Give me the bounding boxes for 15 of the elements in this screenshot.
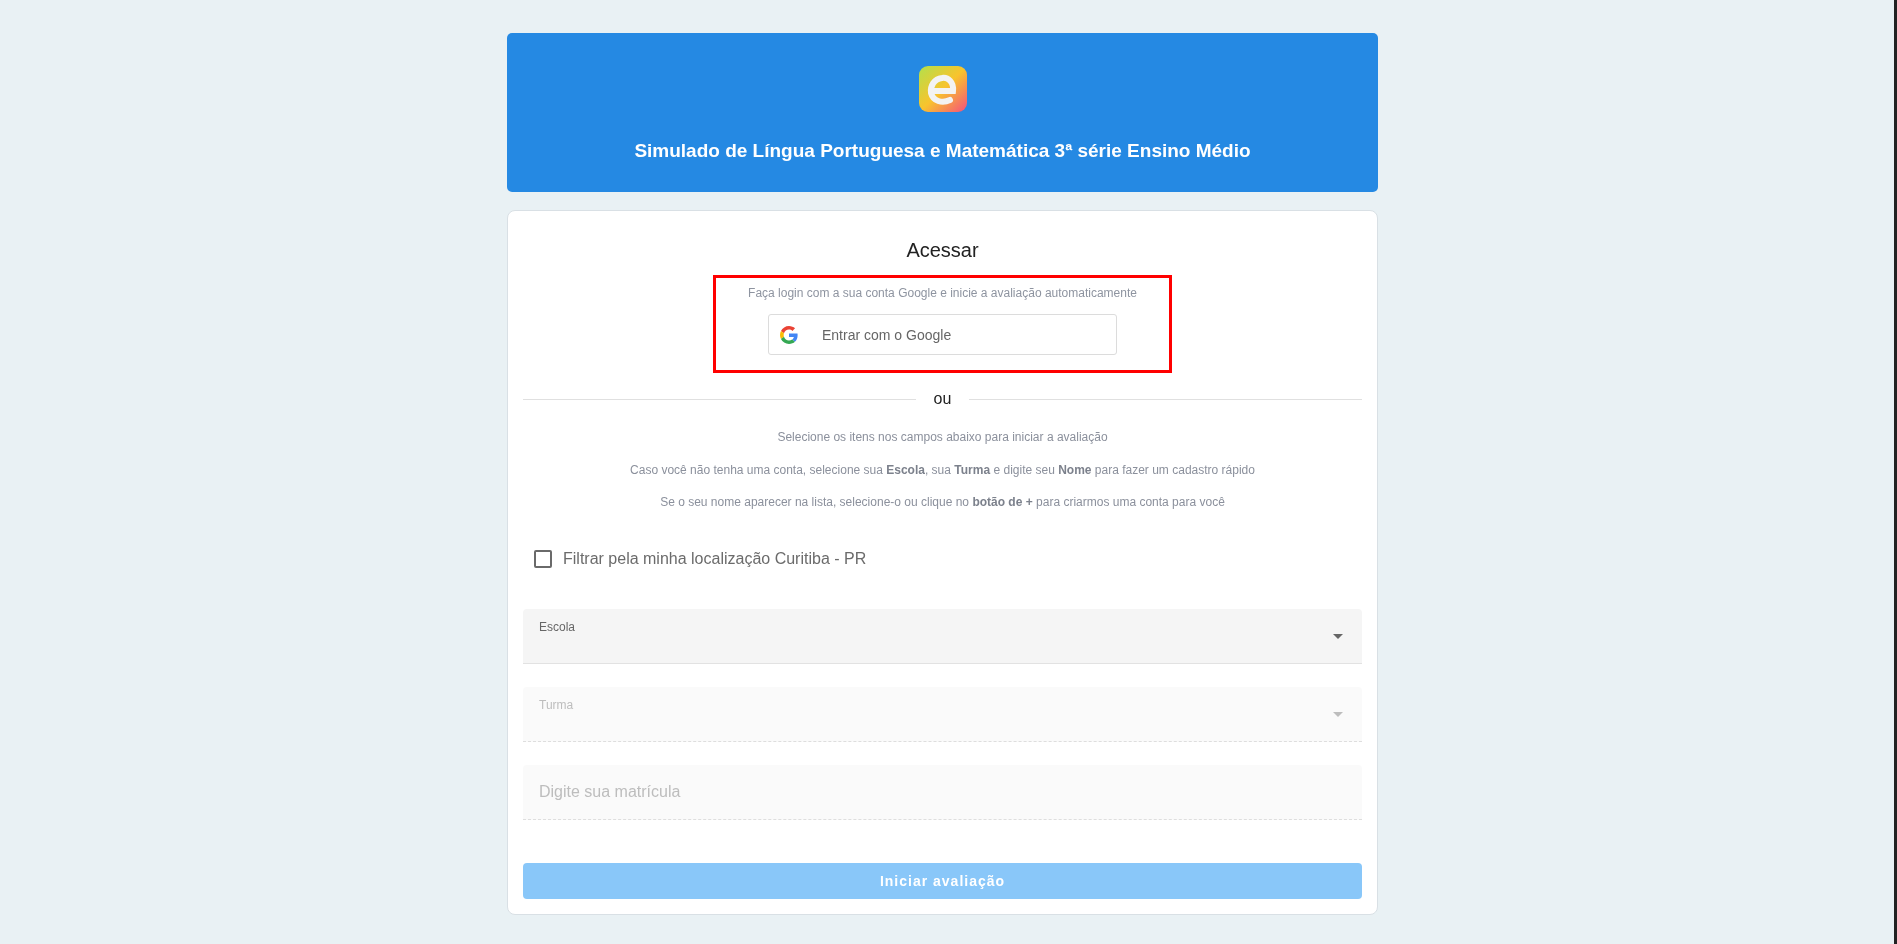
instruction-text: Selecione os itens nos campos abaixo para iniciar a avaliação <box>777 430 1108 445</box>
checkbox[interactable] <box>534 550 552 568</box>
instruction-text: Caso você não tenha uma conta, selecione sua Escola, sua Turma e digite seu Nome para fazer um cadastro rápido <box>630 462 1255 478</box>
dropdown-caret-icon <box>1333 711 1343 717</box>
dropdown-caret-icon <box>1333 633 1343 639</box>
divider-label: ou <box>932 389 953 409</box>
app-logo-icon <box>918 66 967 112</box>
select-field[interactable]: Escola <box>523 609 1362 664</box>
login-hint: Faça login com a sua conta Google e inicie a avaliação automaticamente <box>748 286 1137 301</box>
google-logo-icon <box>780 325 798 344</box>
card-heading: Acessar <box>906 238 979 262</box>
checkbox-label: Filtrar pela minha localização Curitiba - PR <box>563 549 867 569</box>
page-title: Simulado de Língua Portuguesa e Matemática 3ª série Ensino Médio <box>634 140 1251 162</box>
instruction-text: Se o seu nome aparecer na lista, selecione-o ou clique no botão de + para criarmos uma conta para você <box>660 495 1225 510</box>
google-sign-in-button[interactable]: Entrar com o Google <box>768 314 1117 355</box>
